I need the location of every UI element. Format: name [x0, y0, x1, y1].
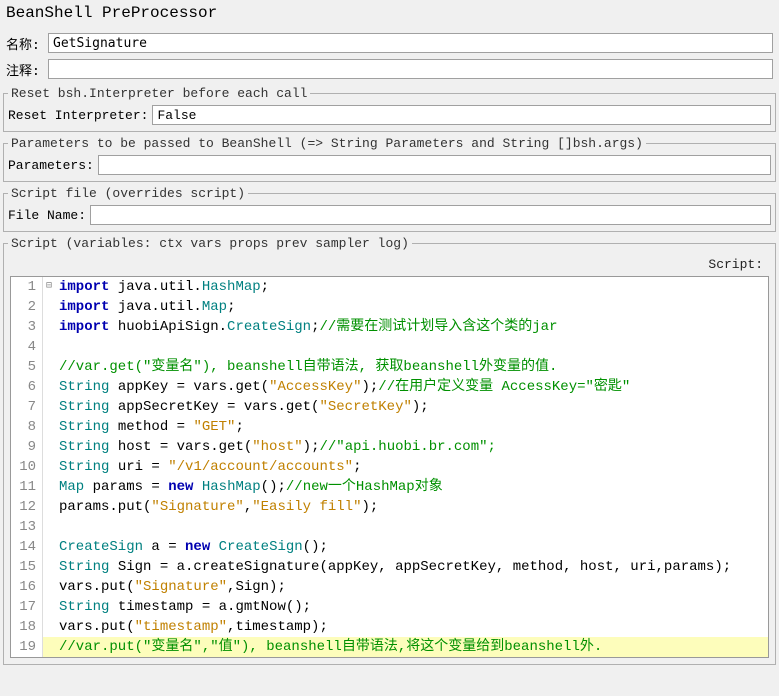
line-number: 16 — [11, 577, 43, 597]
params-group: Parameters to be passed to BeanShell (=>… — [3, 136, 776, 182]
code-text: vars.put("Signature",Sign); — [55, 577, 768, 597]
code-text: params.put("Signature","Easily fill"); — [55, 497, 768, 517]
line-number: 5 — [11, 357, 43, 377]
code-text: Map params = new HashMap();//new一个HashMa… — [55, 477, 768, 497]
line-number: 14 — [11, 537, 43, 557]
params-label: Parameters: — [8, 158, 94, 173]
params-legend: Parameters to be passed to BeanShell (=>… — [8, 136, 646, 151]
comment-row: 注释: — [0, 56, 779, 82]
reset-group: Reset bsh.Interpreter before each call R… — [3, 86, 776, 132]
name-row: 名称: — [0, 30, 779, 56]
code-text: String uri = "/v1/account/accounts"; — [55, 457, 768, 477]
code-text: String Sign = a.createSignature(appKey, … — [55, 557, 768, 577]
line-number: 17 — [11, 597, 43, 617]
line-number: 12 — [11, 497, 43, 517]
panel-title: BeanShell PreProcessor — [0, 0, 779, 30]
line-number: 10 — [11, 457, 43, 477]
line-number: 9 — [11, 437, 43, 457]
line-number: 6 — [11, 377, 43, 397]
line-number: 4 — [11, 337, 43, 357]
line-number: 19 — [11, 637, 43, 657]
script-legend: Script (variables: ctx vars props prev s… — [8, 236, 412, 251]
comment-input[interactable] — [48, 59, 773, 79]
name-input[interactable] — [48, 33, 773, 53]
line-number: 8 — [11, 417, 43, 437]
reset-input[interactable] — [152, 105, 771, 125]
code-text: String timestamp = a.gmtNow(); — [55, 597, 768, 617]
code-text: String method = "GET"; — [55, 417, 768, 437]
fold-icon[interactable]: ⊟ — [43, 277, 55, 297]
file-legend: Script file (overrides script) — [8, 186, 248, 201]
name-label: 名称: — [6, 34, 44, 53]
code-text: CreateSign a = new CreateSign(); — [55, 537, 768, 557]
file-label: File Name: — [8, 208, 86, 223]
code-text: vars.put("timestamp",timestamp); — [55, 617, 768, 637]
line-number: 13 — [11, 517, 43, 537]
line-number: 1 — [11, 277, 43, 297]
code-text: import java.util.HashMap; — [55, 277, 768, 297]
reset-legend: Reset bsh.Interpreter before each call — [8, 86, 310, 101]
code-text: String appSecretKey = vars.get("SecretKe… — [55, 397, 768, 417]
line-number: 18 — [11, 617, 43, 637]
code-text: //var.get("变量名"), beanshell自带语法, 获取beans… — [55, 357, 768, 377]
line-number: 15 — [11, 557, 43, 577]
code-text: import java.util.Map; — [55, 297, 768, 317]
line-number: 11 — [11, 477, 43, 497]
script-right-label: Script: — [8, 255, 771, 276]
code-text: String appKey = vars.get("AccessKey");//… — [55, 377, 768, 397]
line-number: 7 — [11, 397, 43, 417]
line-number: 2 — [11, 297, 43, 317]
code-text: import huobiApiSign.CreateSign;//需要在测试计划… — [55, 317, 768, 337]
file-group: Script file (overrides script) File Name… — [3, 186, 776, 232]
code-editor[interactable]: 1⊟import java.util.HashMap; 2 import java… — [10, 276, 769, 658]
file-input[interactable] — [90, 205, 771, 225]
line-number: 3 — [11, 317, 43, 337]
script-group: Script (variables: ctx vars props prev s… — [3, 236, 776, 665]
reset-label: Reset Interpreter: — [8, 108, 148, 123]
comment-label: 注释: — [6, 60, 44, 79]
code-text: //var.put("变量名","值"), beanshell自带语法,将这个变… — [55, 637, 768, 657]
code-text: String host = vars.get("host");//"api.hu… — [55, 437, 768, 457]
params-input[interactable] — [98, 155, 771, 175]
